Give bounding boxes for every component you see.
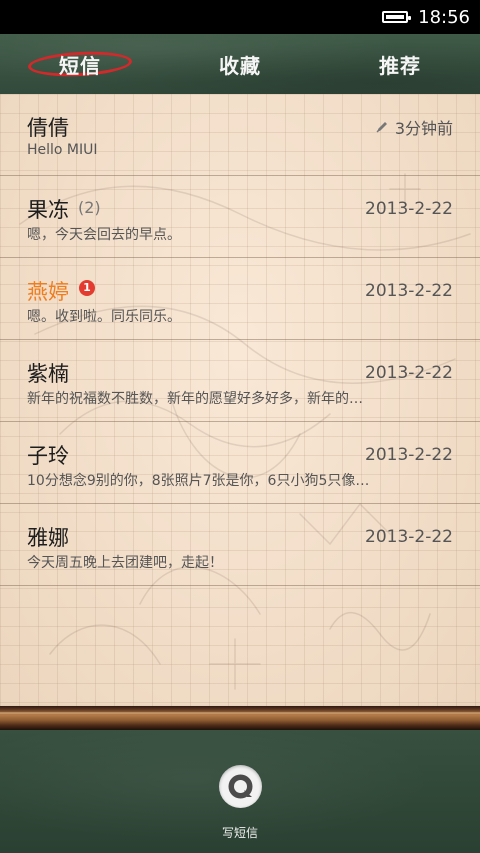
- contact-name: 燕婷: [27, 280, 69, 304]
- tab-sms[interactable]: 短信: [25, 50, 135, 79]
- message-time: 2013-2-22: [365, 199, 453, 219]
- sms-screen: 18:56 短信 收藏 推荐 倩倩 3分钟前 Hello MIUI 果冻 (2)…: [0, 0, 480, 853]
- message-row[interactable]: 子玲 2013-2-22 10分想念9别的你，8张照片7张是你，6只小狗5只像…: [0, 422, 480, 504]
- message-row[interactable]: 紫楠 2013-2-22 新年的祝福数不胜数，新年的愿望好多好多，新年的…: [0, 340, 480, 422]
- pencil-icon: [376, 122, 387, 133]
- message-list: 倩倩 3分钟前 Hello MIUI 果冻 (2) 2013-2-22 嗯，今天…: [0, 94, 480, 714]
- tab-recommend[interactable]: 推荐: [345, 50, 455, 79]
- contact-name: 雅娜: [27, 526, 69, 550]
- tab-favorites[interactable]: 收藏: [185, 50, 295, 79]
- message-row[interactable]: 燕婷 1 2013-2-22 嗯。收到啦。同乐同乐。: [0, 258, 480, 340]
- message-count: (2): [78, 198, 101, 217]
- message-preview: 新年的祝福数不胜数，新年的愿望好多好多，新年的…: [27, 391, 363, 407]
- compose-message-icon: [219, 765, 262, 808]
- message-preview: 嗯。收到啦。同乐同乐。: [27, 309, 181, 325]
- wood-ledge: [0, 706, 480, 730]
- contact-name: 子玲: [27, 444, 69, 468]
- message-preview: Hello MIUI: [27, 142, 98, 158]
- contact-name: 果冻: [27, 198, 69, 222]
- message-row[interactable]: 雅娜 2013-2-22 今天周五晚上去团建吧，走起！: [0, 504, 480, 586]
- message-preview: 10分想念9别的你，8张照片7张是你，6只小狗5只像…: [27, 473, 370, 489]
- status-bar: 18:56: [0, 0, 480, 34]
- contact-name: 紫楠: [27, 362, 69, 386]
- message-preview: 今天周五晚上去团建吧，走起！: [27, 555, 223, 571]
- message-time-text: 3分钟前: [394, 119, 453, 138]
- message-time: 2013-2-22: [365, 363, 453, 383]
- message-time: 3分钟前: [375, 115, 453, 139]
- message-row[interactable]: 倩倩 3分钟前 Hello MIUI: [0, 94, 480, 176]
- message-row[interactable]: 果冻 (2) 2013-2-22 嗯，今天会回去的早点。: [0, 176, 480, 258]
- unread-badge: 1: [79, 280, 95, 296]
- clock: 18:56: [418, 6, 470, 28]
- compose-message-button[interactable]: 写短信: [205, 758, 275, 842]
- message-preview: 嗯，今天会回去的早点。: [27, 227, 181, 243]
- battery-icon: [382, 11, 412, 23]
- message-time: 2013-2-22: [365, 281, 453, 301]
- message-time: 2013-2-22: [365, 527, 453, 547]
- tab-bar: 短信 收藏 推荐: [0, 34, 480, 94]
- contact-name: 倩倩: [27, 116, 69, 140]
- compose-label: 写短信: [221, 826, 258, 840]
- message-time: 2013-2-22: [365, 445, 453, 465]
